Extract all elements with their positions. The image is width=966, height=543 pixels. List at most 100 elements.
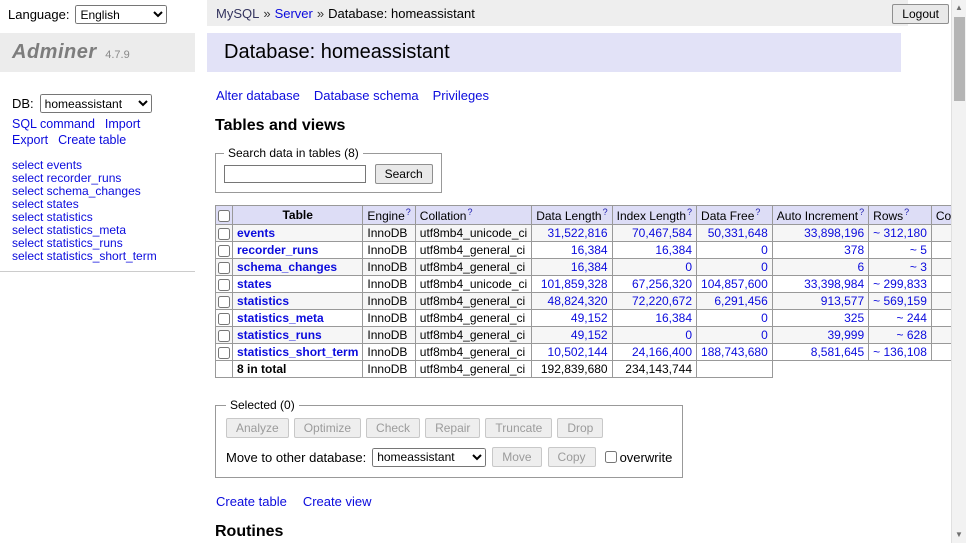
index-length-link-statistics_runs[interactable]: 0 [685, 328, 692, 342]
index-length-link-statistics[interactable]: 72,220,672 [632, 294, 692, 308]
help-icon[interactable]: ? [904, 207, 909, 217]
rows-link-statistics_runs[interactable]: ~ 628 [897, 328, 927, 342]
rows-link-statistics[interactable]: ~ 569,159 [873, 294, 927, 308]
table-row-recorder_runs: recorder_runsInnoDButf8mb4_general_ci16,… [216, 242, 952, 259]
auto-increment-link-states[interactable]: 33,398,984 [804, 277, 864, 291]
table-link-statistics_short_term[interactable]: statistics_short_term [237, 345, 358, 359]
index-length-link-statistics_meta[interactable]: 16,384 [655, 311, 692, 325]
auto-increment-link-schema_changes[interactable]: 6 [857, 260, 864, 274]
help-icon[interactable]: ? [859, 207, 864, 217]
auto-increment-link-statistics_short_term[interactable]: 8,581,645 [811, 345, 864, 359]
sidebar-link-sql-command[interactable]: SQL command [12, 117, 95, 131]
action-link-alter-database[interactable]: Alter database [216, 88, 300, 103]
table-link-schema_changes[interactable]: schema_changes [237, 260, 337, 274]
data-length-link-states[interactable]: 101,859,328 [541, 277, 608, 291]
data-free-link-schema_changes[interactable]: 0 [761, 260, 768, 274]
row-checkbox-statistics_short_term[interactable] [218, 347, 230, 359]
data-free-link-states[interactable]: 104,857,600 [701, 277, 768, 291]
auto-increment-link-events[interactable]: 33,898,196 [804, 226, 864, 240]
selected-buttons: AnalyzeOptimizeCheckRepairTruncateDrop [226, 418, 672, 438]
data-length-link-statistics_meta[interactable]: 49,152 [571, 311, 608, 325]
action-link-database-schema[interactable]: Database schema [314, 88, 419, 103]
cell-collation: utf8mb4_general_ci [415, 293, 531, 310]
help-icon[interactable]: ? [467, 207, 472, 217]
cell-engine: InnoDB [363, 225, 415, 242]
row-checkbox-statistics[interactable] [218, 296, 230, 308]
rows-link-events[interactable]: ~ 312,180 [873, 226, 927, 240]
data-free-link-events[interactable]: 50,331,648 [708, 226, 768, 240]
scrollbar-thumb[interactable] [954, 17, 965, 101]
scrollbar-up-arrow[interactable]: ▲ [952, 0, 966, 16]
table-link-events[interactable]: events [237, 226, 275, 240]
rows-link-statistics_meta[interactable]: ~ 244 [897, 311, 927, 325]
rows-link-statistics_short_term[interactable]: ~ 136,108 [873, 345, 927, 359]
index-length-link-statistics_short_term[interactable]: 24,166,400 [632, 345, 692, 359]
data-length-link-statistics_runs[interactable]: 49,152 [571, 328, 608, 342]
move-button[interactable]: Move [492, 447, 541, 467]
table-link-statistics_meta[interactable]: statistics_meta [237, 311, 324, 325]
data-free-link-recorder_runs[interactable]: 0 [761, 243, 768, 257]
move-db-select[interactable]: homeassistant [372, 448, 486, 467]
data-free-link-statistics_meta[interactable]: 0 [761, 311, 768, 325]
help-icon[interactable]: ? [687, 207, 692, 217]
row-checkbox-statistics_meta[interactable] [218, 313, 230, 325]
breadcrumb-driver-link[interactable]: MySQL [216, 6, 259, 21]
data-free-link-statistics_runs[interactable]: 0 [761, 328, 768, 342]
table-link-states[interactable]: states [237, 277, 272, 291]
table-link-statistics_runs[interactable]: statistics_runs [237, 328, 322, 342]
data-free-link-statistics_short_term[interactable]: 188,743,680 [701, 345, 768, 359]
auto-increment-link-statistics_runs[interactable]: 39,999 [827, 328, 864, 342]
sidebar-link-create-table[interactable]: Create table [58, 133, 126, 147]
scrollbar-down-arrow[interactable]: ▼ [952, 527, 966, 543]
rows-link-schema_changes[interactable]: ~ 3 [910, 260, 927, 274]
check-button[interactable]: Check [366, 418, 420, 438]
sidebar-link-import[interactable]: Import [105, 117, 140, 131]
create-link-create-view[interactable]: Create view [303, 494, 372, 509]
sidebar-link-export[interactable]: Export [12, 133, 48, 147]
data-length-link-statistics_short_term[interactable]: 10,502,144 [548, 345, 608, 359]
index-length-link-recorder_runs[interactable]: 16,384 [655, 243, 692, 257]
search-input[interactable] [224, 165, 366, 183]
breadcrumb-server-link[interactable]: Server [275, 6, 313, 21]
row-checkbox-schema_changes[interactable] [218, 262, 230, 274]
index-length-link-schema_changes[interactable]: 0 [685, 260, 692, 274]
auto-increment-link-statistics[interactable]: 913,577 [821, 294, 864, 308]
auto-increment-link-statistics_meta[interactable]: 325 [844, 311, 864, 325]
optimize-button[interactable]: Optimize [294, 418, 361, 438]
select-all-checkbox[interactable] [218, 210, 230, 222]
data-length-link-schema_changes[interactable]: 16,384 [571, 260, 608, 274]
row-checkbox-recorder_runs[interactable] [218, 245, 230, 257]
scrollbar[interactable]: ▲ ▼ [951, 0, 966, 543]
create-link-create-table[interactable]: Create table [216, 494, 287, 509]
analyze-button[interactable]: Analyze [226, 418, 289, 438]
truncate-button[interactable]: Truncate [485, 418, 552, 438]
data-length-link-statistics[interactable]: 48,824,320 [548, 294, 608, 308]
data-length-link-events[interactable]: 31,522,816 [548, 226, 608, 240]
index-length-link-states[interactable]: 67,256,320 [632, 277, 692, 291]
data-length-link-recorder_runs[interactable]: 16,384 [571, 243, 608, 257]
row-checkbox-statistics_runs[interactable] [218, 330, 230, 342]
data-free-link-statistics[interactable]: 6,291,456 [714, 294, 767, 308]
help-icon[interactable]: ? [755, 207, 760, 217]
repair-button[interactable]: Repair [425, 418, 480, 438]
language-select[interactable]: English [75, 5, 167, 24]
help-icon[interactable]: ? [603, 207, 608, 217]
row-checkbox-states[interactable] [218, 279, 230, 291]
overwrite-checkbox[interactable] [605, 451, 617, 463]
rows-link-recorder_runs[interactable]: ~ 5 [910, 243, 927, 257]
search-button[interactable]: Search [375, 164, 433, 184]
sidebar-select-statistics-short-term[interactable]: select statistics_short_term [12, 250, 183, 263]
logout-button[interactable]: Logout [892, 4, 949, 24]
action-link-privileges[interactable]: Privileges [433, 88, 489, 103]
row-checkbox-events[interactable] [218, 228, 230, 240]
help-icon[interactable]: ? [406, 207, 411, 217]
drop-button[interactable]: Drop [557, 418, 603, 438]
app-logo[interactable]: Adminer [12, 41, 97, 63]
db-select[interactable]: homeassistant [40, 94, 152, 113]
copy-button[interactable]: Copy [548, 447, 596, 467]
index-length-link-events[interactable]: 70,467,584 [632, 226, 692, 240]
table-link-recorder_runs[interactable]: recorder_runs [237, 243, 318, 257]
table-link-statistics[interactable]: statistics [237, 294, 289, 308]
rows-link-states[interactable]: ~ 299,833 [873, 277, 927, 291]
auto-increment-link-recorder_runs[interactable]: 378 [844, 243, 864, 257]
